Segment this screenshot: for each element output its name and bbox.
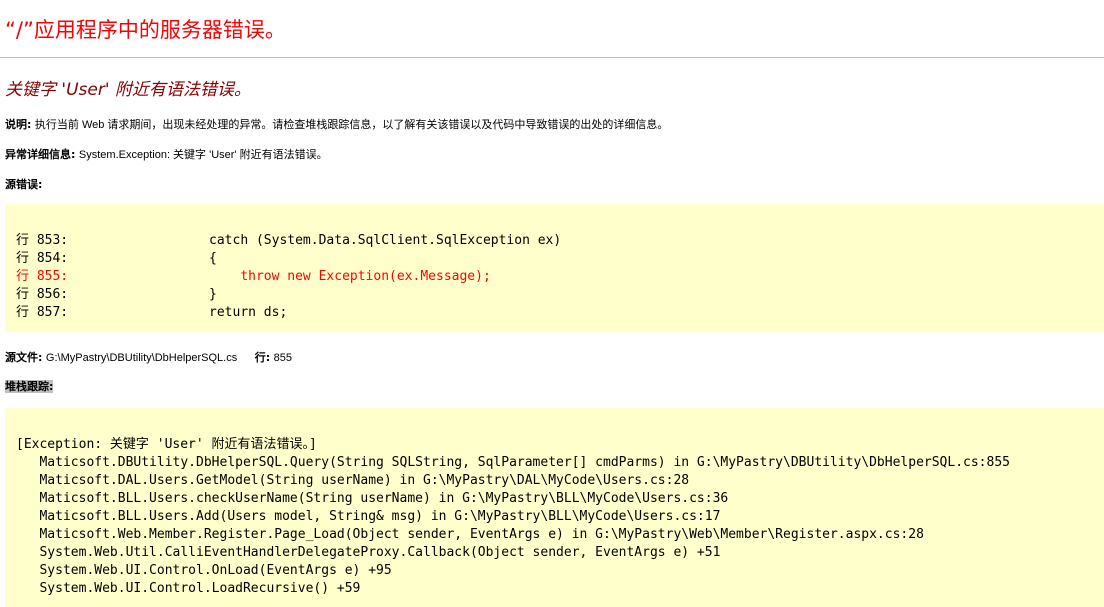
- source-file-label: 源文件:: [5, 351, 43, 364]
- divider: [0, 57, 1104, 58]
- stack-trace-line: System.Web.Util.CalliEventHandlerDelegat…: [16, 545, 721, 560]
- source-line-number: 855: [273, 352, 292, 364]
- stack-trace-line: Maticsoft.DBUtility.DbHelperSQL.Query(St…: [16, 455, 1010, 470]
- exception-details: 异常详细信息: System.Exception: 关键字 'User' 附近有…: [5, 146, 328, 162]
- description-text: 执行当前 Web 请求期间，出现未经处理的异常。请检查堆栈跟踪信息，以了解有关该…: [34, 119, 669, 131]
- source-error-heading: 源错误:: [5, 176, 42, 192]
- stack-trace-line: [Exception: 关键字 'User' 附近有语法错误。]: [16, 437, 317, 452]
- stack-trace-line: Maticsoft.DAL.Users.GetModel(String user…: [16, 473, 690, 488]
- exception-details-label: 异常详细信息:: [5, 148, 76, 161]
- source-code-line: 行 854: {: [16, 251, 217, 266]
- source-code-line: 行 856: }: [16, 287, 217, 302]
- page-title: “/”应用程序中的服务器错误。: [5, 18, 286, 42]
- stack-trace-line: Maticsoft.BLL.Users.Add(Users model, Str…: [16, 509, 721, 524]
- error-title: 关键字 'User' 附近有语法错误。: [5, 80, 251, 100]
- stack-trace-line: System.Web.UI.Control.LoadRecursive() +5…: [16, 581, 361, 596]
- source-code-block: 行 853: catch (System.Data.SqlClient.SqlE…: [5, 204, 1104, 332]
- source-code-line: 行 855: throw new Exception(ex.Message);: [16, 269, 491, 284]
- source-error-label: 源错误:: [5, 178, 43, 191]
- source-file: 源文件: G:\MyPastry\DBUtility\DbHelperSQL.c…: [5, 349, 292, 365]
- source-code-line: 行 857: return ds;: [16, 305, 288, 320]
- stack-trace-label: 堆栈跟踪:: [5, 380, 54, 393]
- source-line-label: 行:: [254, 351, 271, 364]
- stack-trace-line: Maticsoft.Web.Member.Register.Page_Load(…: [16, 527, 924, 542]
- source-file-path: G:\MyPastry\DBUtility\DbHelperSQL.cs: [45, 352, 238, 364]
- source-code-line: 行 853: catch (System.Data.SqlClient.SqlE…: [16, 233, 562, 248]
- description-label: 说明:: [5, 118, 32, 131]
- stack-trace-line: System.Web.UI.Control.OnLoad(EventArgs e…: [16, 563, 392, 578]
- exception-details-text: System.Exception: 关键字 'User' 附近有语法错误。: [78, 149, 328, 161]
- stack-trace-line: Maticsoft.BLL.Users.checkUserName(String…: [16, 491, 729, 506]
- stack-trace-heading: 堆栈跟踪:: [5, 378, 54, 394]
- description: 说明: 执行当前 Web 请求期间，出现未经处理的异常。请检查堆栈跟踪信息，以了…: [5, 116, 668, 132]
- stack-trace-block: [Exception: 关键字 'User' 附近有语法错误。] Maticso…: [5, 408, 1104, 607]
